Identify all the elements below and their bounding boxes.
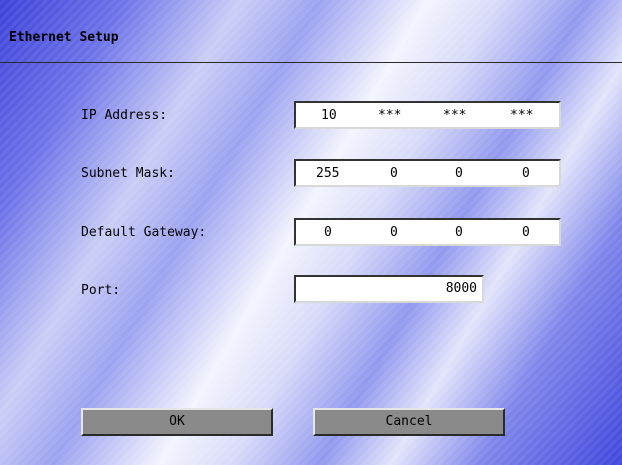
- subnet-octet-1[interactable]: 255: [316, 166, 339, 181]
- port-label: Port:: [81, 283, 121, 298]
- title-bar: Ethernet Setup: [0, 0, 622, 63]
- subnet-octet-3[interactable]: 0: [455, 166, 463, 181]
- ip-octet-1[interactable]: 10: [321, 108, 337, 123]
- gateway-octet-4[interactable]: 0: [522, 225, 530, 240]
- ip-octet-2[interactable]: ***: [378, 108, 401, 123]
- ip-octet-4[interactable]: ***: [510, 108, 533, 123]
- window-title: Ethernet Setup: [9, 30, 119, 45]
- default-gateway-label: Default Gateway:: [81, 225, 207, 240]
- subnet-octet-4[interactable]: 0: [522, 166, 530, 181]
- default-gateway-field[interactable]: 0 0 0 0: [294, 218, 561, 246]
- gateway-octet-1[interactable]: 0: [324, 225, 332, 240]
- gateway-octet-3[interactable]: 0: [455, 225, 463, 240]
- subnet-octet-2[interactable]: 0: [390, 166, 398, 181]
- ip-address-label: IP Address:: [81, 108, 168, 123]
- ip-octet-3[interactable]: ***: [443, 108, 466, 123]
- subnet-mask-field[interactable]: 255 0 0 0: [294, 159, 561, 187]
- ip-address-field[interactable]: 10 *** *** ***: [294, 101, 561, 129]
- subnet-mask-label: Subnet Mask:: [81, 166, 175, 181]
- gateway-octet-2[interactable]: 0: [390, 225, 398, 240]
- ok-button[interactable]: OK: [81, 408, 273, 436]
- cancel-button[interactable]: Cancel: [313, 408, 505, 436]
- port-field[interactable]: 8000: [294, 275, 484, 303]
